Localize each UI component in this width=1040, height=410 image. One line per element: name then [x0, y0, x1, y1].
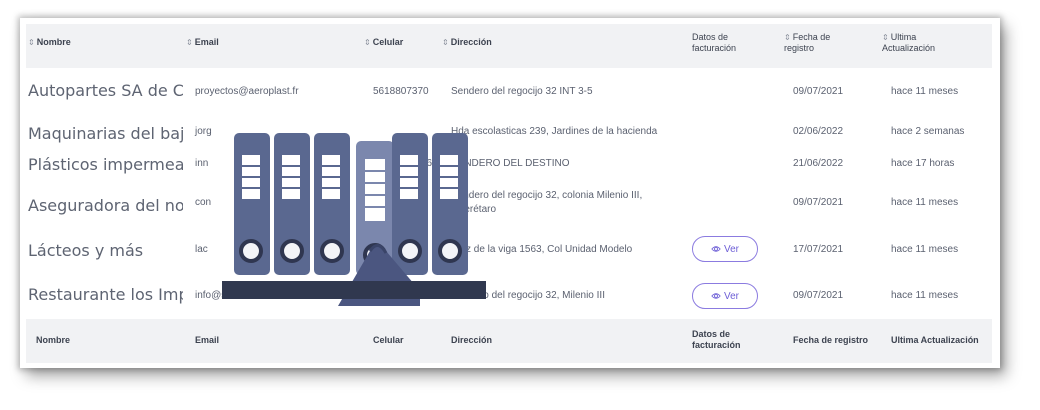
sort-arrows-icon: ⇕ [28, 38, 35, 47]
binder-1 [234, 133, 270, 275]
sort-arrows-icon: ⇕ [364, 38, 371, 47]
row-4-email: con [195, 197, 212, 208]
column-header-celular[interactable]: ⇕ Celular [364, 37, 403, 48]
row-3-fecha: 21/06/2022 [793, 158, 844, 169]
row-5-fecha: 17/07/2021 [793, 244, 844, 255]
footer-header-nombre: Nombre [36, 335, 71, 345]
binder-3 [314, 133, 350, 275]
row-6-fecha: 09/07/2021 [793, 290, 844, 301]
ver-facturacion-button[interactable]: Ver [692, 283, 758, 309]
row-2-nombre[interactable]: Maquinarias del bajío [28, 124, 183, 143]
clients-table-panel: ⇕ Nombre ⇕ Email ⇕ Celular ⇕ Dirección Datos… [20, 18, 1000, 368]
ver-facturacion-button[interactable]: Ver [692, 236, 758, 262]
column-header-facturacion: Datos de facturación [692, 32, 737, 53]
row-6-ultima: hace 11 meses [891, 290, 959, 301]
row-1-celular: 5618807370 [373, 86, 429, 97]
column-header-ultima[interactable]: ⇕ Ultima Actualización [882, 32, 962, 54]
binder-4 [392, 133, 428, 275]
row-4-ultima: hace 11 meses [891, 197, 959, 208]
row-2-email: jorg [195, 126, 212, 137]
row-2-ultima: hace 2 semanas [891, 126, 965, 137]
row-4-fecha: 09/07/2021 [793, 197, 844, 208]
row-5-nombre[interactable]: Lácteos y más [28, 241, 183, 260]
eye-icon [711, 246, 721, 252]
footer-header-direccion: Dirección [451, 335, 493, 345]
row-2-fecha: 02/06/2022 [793, 126, 844, 137]
eye-icon [711, 293, 721, 299]
row-5-ultima: hace 11 meses [891, 244, 959, 255]
sort-arrows-icon: ⇕ [882, 33, 889, 42]
footer-header-ultima: Ultima Actualización [891, 335, 979, 345]
binder-5 [432, 133, 468, 275]
footer-header-email: Email [195, 335, 220, 345]
footer-header-celular: Celular [373, 335, 404, 345]
sort-arrows-icon: ⇕ [186, 38, 193, 47]
table-header-row: ⇕ Nombre ⇕ Email ⇕ Celular ⇕ Dirección Datos… [26, 24, 992, 68]
row-3-email: inn [195, 158, 209, 169]
table-footer-row: Nombre Email Celular Dirección Datos de … [26, 319, 992, 363]
column-header-fecha-registro[interactable]: ⇕ Fecha de registro [784, 32, 854, 54]
row-5-email: lac [195, 244, 208, 255]
binders-illustration [222, 133, 486, 306]
row-1-email: proyectos@aeroplast.fr [195, 86, 299, 97]
row-3-ultima: hace 17 horas [891, 158, 955, 169]
column-header-nombre[interactable]: ⇕ Nombre [28, 37, 71, 48]
row-1-direccion: Sendero del regocijo 32 INT 3-5 [451, 86, 593, 97]
sort-arrows-icon: ⇕ [442, 38, 449, 47]
shelf [222, 281, 486, 299]
footer-header-fecha-registro: Fecha de registro [793, 335, 869, 345]
row-6-nombre[interactable]: Restaurante los Imp [28, 285, 183, 304]
column-header-direccion[interactable]: ⇕ Dirección [442, 37, 492, 48]
footer-header-facturacion: Datos de facturación [692, 329, 741, 350]
row-3-nombre[interactable]: Plásticos impermeables [28, 155, 183, 174]
sort-arrows-icon: ⇕ [784, 33, 791, 42]
row-1-ultima: hace 11 meses [891, 86, 959, 97]
row-1-nombre[interactable]: Autopartes SA de CV [28, 81, 183, 100]
binder-2 [274, 133, 310, 275]
row-4-nombre[interactable]: Aseguradora del norte [28, 196, 183, 215]
column-header-email[interactable]: ⇕ Email [186, 37, 219, 48]
row-1-fecha: 09/07/2021 [793, 86, 844, 97]
